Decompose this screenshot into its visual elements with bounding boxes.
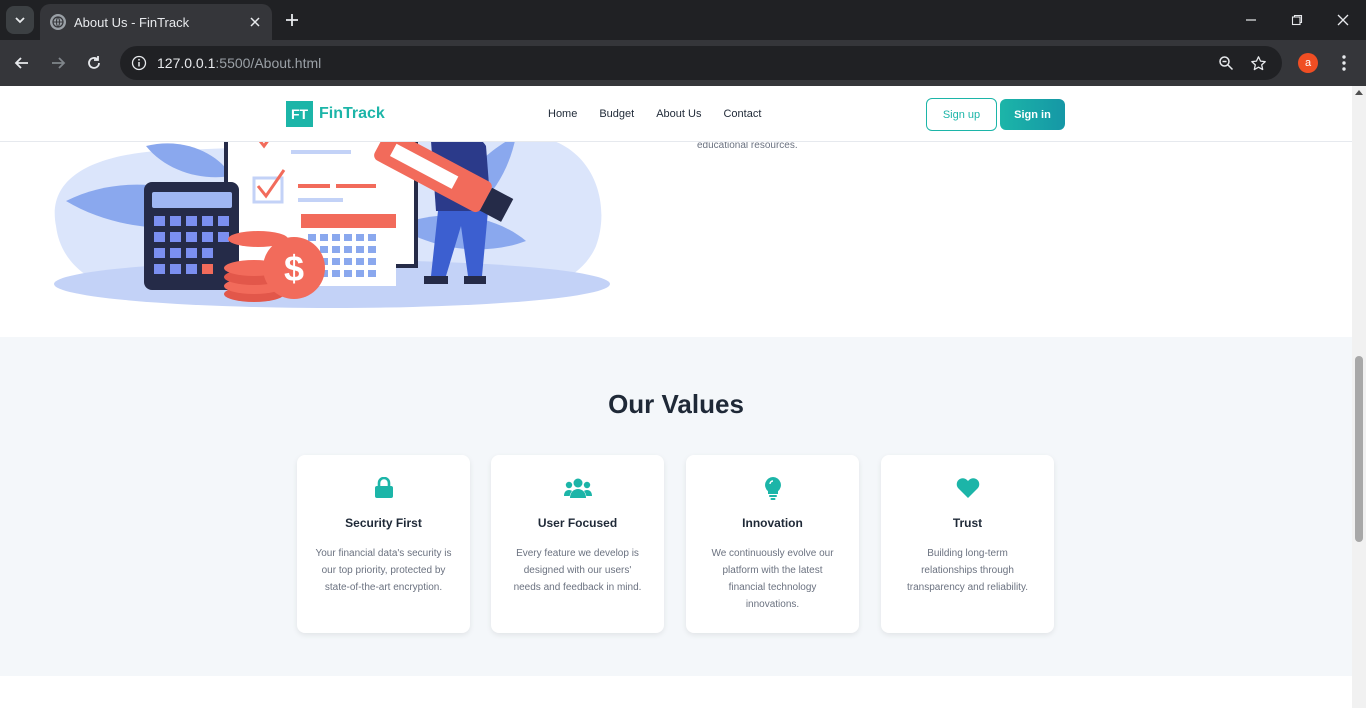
tab-search-button[interactable]: [6, 6, 34, 34]
lock-icon: [374, 477, 393, 498]
tab-title: About Us - FinTrack: [74, 14, 190, 30]
url-host: 127.0.0.1: [157, 55, 216, 71]
site-info-icon[interactable]: [128, 52, 150, 74]
finance-illustration: $: [54, 116, 610, 308]
address-bar[interactable]: 127.0.0.1:5500/About.html: [120, 46, 1282, 80]
value-card-description: Building long-term relationships through…: [907, 548, 1028, 593]
back-arrow-icon[interactable]: [8, 49, 36, 77]
forward-arrow-icon[interactable]: [44, 49, 72, 77]
value-card-description: Your financial data's security is our to…: [315, 548, 452, 593]
restore-icon[interactable]: [1274, 0, 1320, 40]
page-viewport: FT FinTrack Home Budget About Us Contact…: [0, 86, 1352, 708]
browser-menu-icon[interactable]: [1334, 53, 1354, 73]
value-card-trust: Trust Building long-term relationships t…: [881, 455, 1054, 633]
new-tab-plus-icon[interactable]: [282, 10, 302, 30]
logo-text: FinTrack: [319, 105, 385, 122]
fintrack-logo[interactable]: FT FinTrack: [286, 101, 385, 127]
url-text[interactable]: 127.0.0.1:5500/About.html: [157, 55, 321, 71]
value-card-description: We continuously evolve our platform with…: [711, 548, 834, 610]
browser-tab-bar: About Us - FinTrack: [0, 0, 1366, 40]
browser-toolbar: 127.0.0.1:5500/About.html a: [0, 40, 1366, 86]
nav-links: Home Budget About Us Contact: [548, 108, 783, 120]
nav-link-budget[interactable]: Budget: [599, 108, 634, 120]
page-scrollbar[interactable]: [1352, 86, 1366, 708]
value-card-title: Innovation: [742, 516, 803, 530]
scrollbar-thumb[interactable]: [1355, 356, 1363, 542]
users-icon: [563, 478, 592, 498]
signup-button[interactable]: Sign up: [926, 98, 997, 131]
value-card-innovation: Innovation We continuously evolve our pl…: [686, 455, 859, 633]
minimize-icon[interactable]: [1228, 0, 1274, 40]
bookmark-star-icon[interactable]: [1248, 53, 1268, 73]
window-close-icon[interactable]: [1320, 0, 1366, 40]
values-title: Our Values: [608, 389, 744, 419]
chevron-down-icon: [15, 17, 25, 24]
url-path: :5500/About.html: [215, 55, 322, 71]
globe-icon: [50, 14, 66, 30]
value-card-user-focused: User Focused Every feature we develop is…: [491, 455, 664, 633]
site-navbar: FT FinTrack Home Budget About Us Contact…: [0, 86, 1352, 142]
tab-close-icon[interactable]: [246, 13, 264, 31]
value-card-security: Security First Your financial data's sec…: [297, 455, 470, 633]
nav-link-home[interactable]: Home: [548, 108, 577, 120]
browser-tab-active[interactable]: About Us - FinTrack: [40, 4, 272, 40]
value-card-description: Every feature we develop is designed wit…: [513, 548, 642, 593]
value-card-title: Security First: [345, 516, 422, 530]
lightbulb-icon: [764, 477, 781, 500]
profile-avatar[interactable]: a: [1298, 53, 1318, 73]
scroll-up-arrow-icon[interactable]: [1355, 90, 1363, 95]
svg-text:$: $: [284, 248, 304, 289]
signin-button[interactable]: Sign in: [1000, 99, 1065, 130]
nav-link-about[interactable]: About Us: [656, 108, 701, 120]
zoom-icon[interactable]: [1216, 53, 1236, 73]
values-section: Our Values Security First Your financial…: [0, 337, 1352, 676]
reload-icon[interactable]: [80, 49, 108, 77]
nav-link-contact[interactable]: Contact: [723, 108, 761, 120]
value-card-title: User Focused: [537, 516, 618, 530]
value-card-title: Trust: [952, 516, 983, 530]
logo-mark: FT: [286, 101, 313, 127]
heart-icon: [956, 478, 979, 498]
